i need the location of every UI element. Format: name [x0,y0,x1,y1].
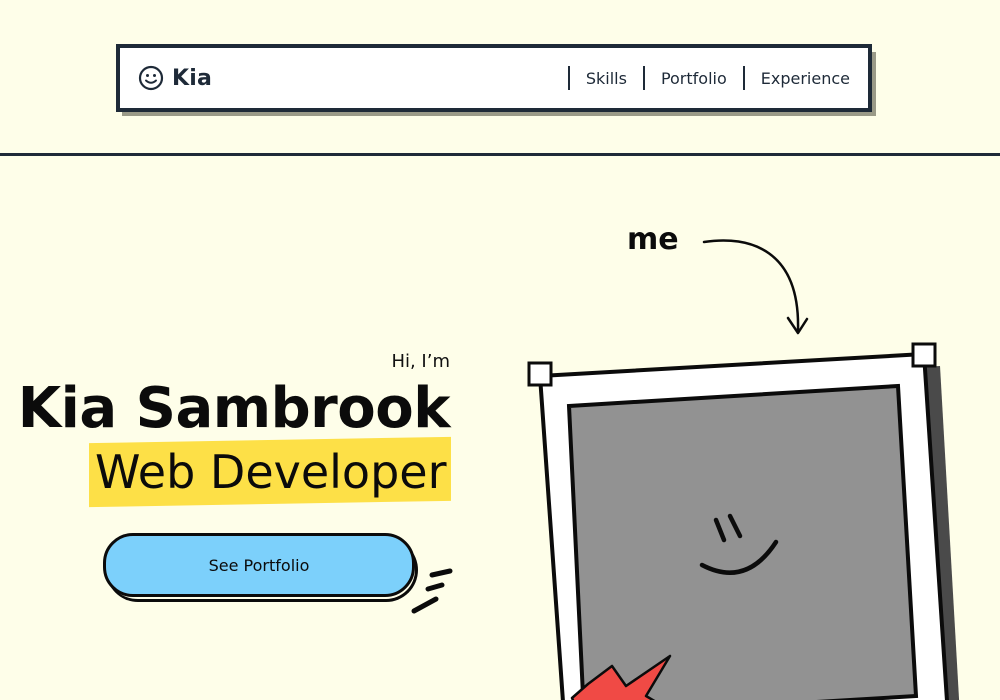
page: Kia Skills Portfolio Experience Hi, I’m … [0,0,1000,700]
curved-arrow-icon [702,239,809,335]
hero-name: Kia Sambrook [17,376,451,441]
resize-handle-top-right [911,342,937,368]
nav-separator [742,66,745,90]
smiley-face-icon [138,65,164,91]
resize-handle-top-left [527,361,553,387]
photo-label: me [627,222,679,257]
nav-links: Skills Portfolio Experience [567,66,850,90]
nav-separator [567,66,570,90]
top-nav: Kia Skills Portfolio Experience [116,44,872,112]
photo-placeholder [566,383,919,700]
nav-link-label: Portfolio [660,68,727,88]
brand-name: Kia [172,65,213,91]
nav-link-label: Experience [760,68,850,88]
see-portfolio-label: See Portfolio [208,555,310,575]
hero-role: Web Developer [94,444,447,499]
nav-link-experience[interactable]: Experience [727,66,850,90]
nav-separator [642,66,645,90]
nav-link-label: Skills [585,68,627,88]
brand-link[interactable]: Kia [138,65,212,91]
profile-photo-frame [527,342,960,700]
burst-lines-icon [411,568,453,614]
nav-link-portfolio[interactable]: Portfolio [627,66,727,90]
see-portfolio-button[interactable]: See Portfolio [103,533,415,597]
header-divider [0,153,1000,156]
greeting: Hi, I’m [391,351,450,372]
hero-role-highlight: Web Developer [88,436,450,508]
nav-link-skills[interactable]: Skills [567,66,627,90]
